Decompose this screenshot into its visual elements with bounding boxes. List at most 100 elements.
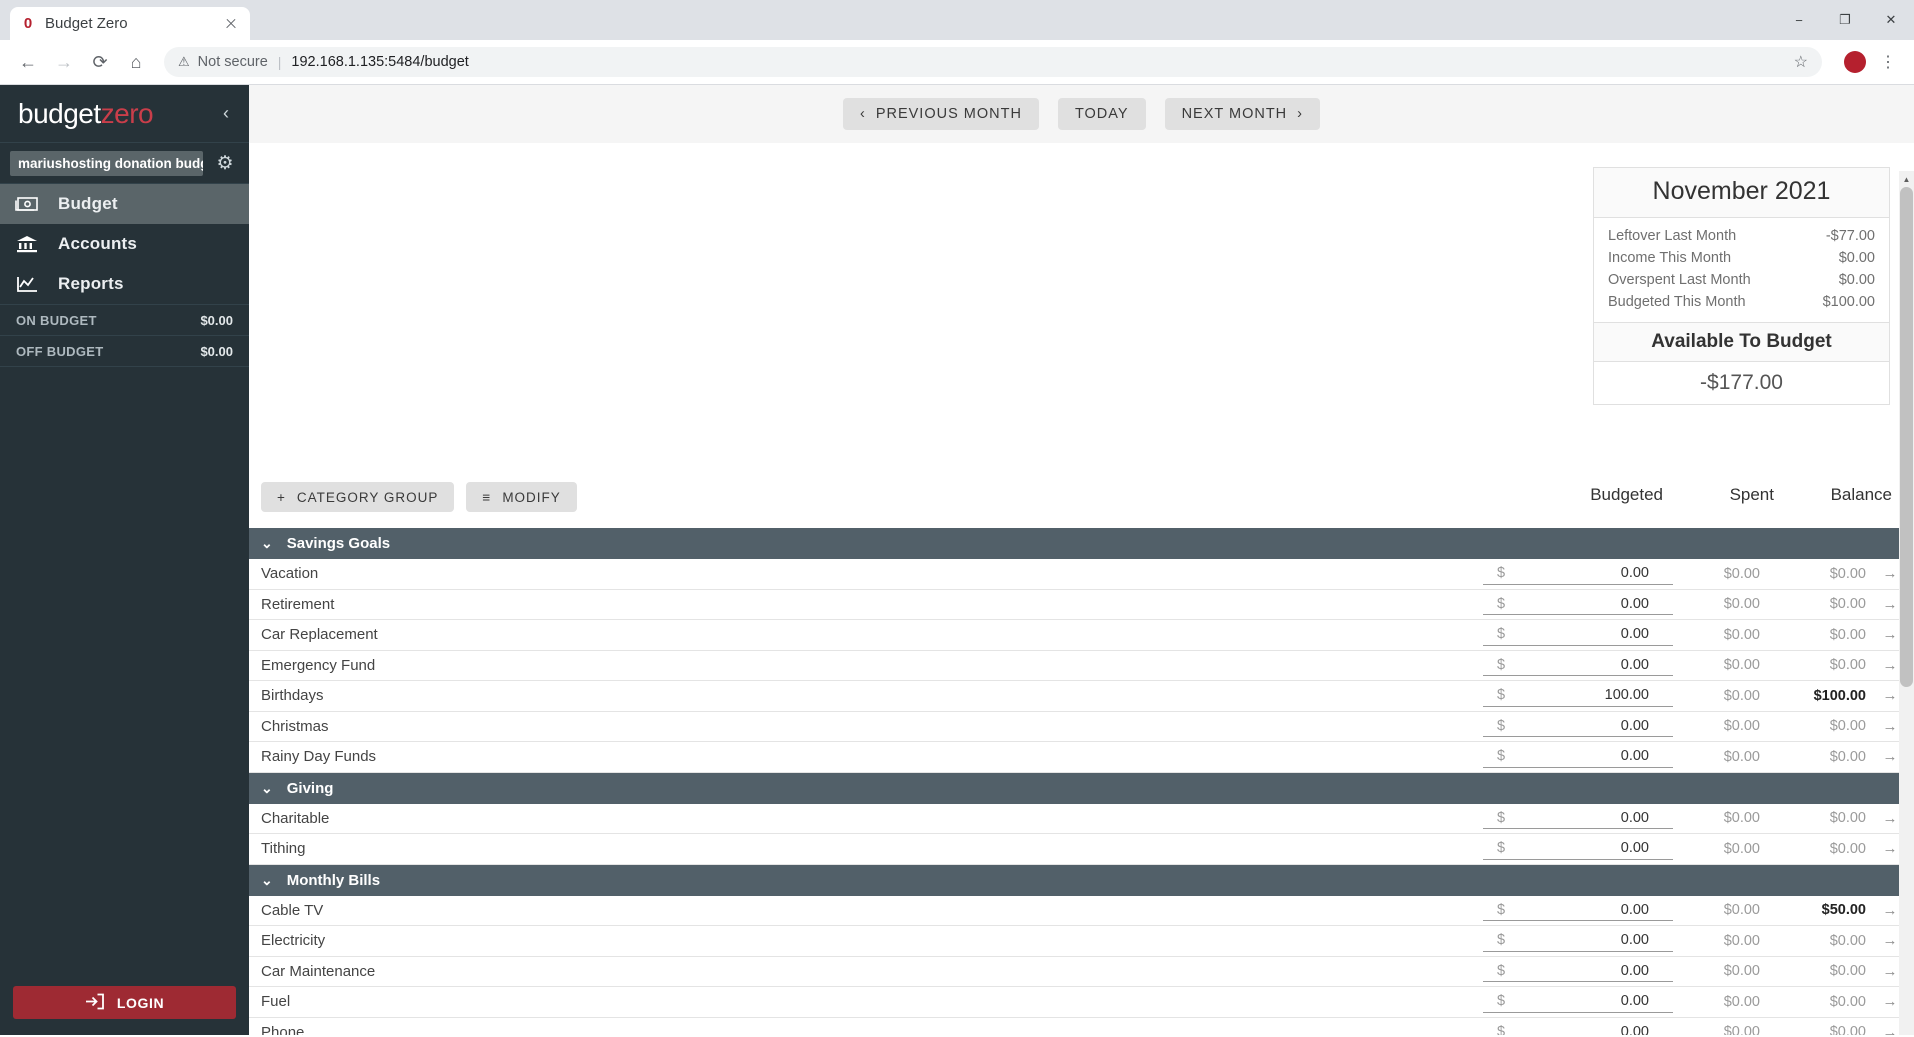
budgeted-input[interactable]: $0.00: [1483, 960, 1673, 983]
budgeted-value: 0.00: [1620, 656, 1649, 673]
reload-icon[interactable]: ⟳: [84, 46, 116, 78]
table-row[interactable]: Emergency Fund $0.00 $0.00 $0.00 →: [249, 651, 1902, 681]
table-row[interactable]: Birthdays $100.00 $0.00 $100.00 →: [249, 681, 1902, 712]
budgeted-input[interactable]: $0.00: [1483, 746, 1673, 768]
budgeted-input[interactable]: $0.00: [1483, 991, 1673, 1013]
budgeted-input[interactable]: $0.00: [1483, 624, 1673, 646]
scrollbar-thumb[interactable]: [1900, 187, 1913, 687]
login-icon: [85, 993, 104, 1013]
login-button[interactable]: LOGIN: [13, 986, 236, 1019]
sidebar-item-budget[interactable]: Budget: [0, 184, 249, 224]
sidebar-item-reports[interactable]: Reports: [0, 264, 249, 304]
forward-icon[interactable]: →: [48, 46, 80, 78]
avatar[interactable]: [1844, 51, 1866, 73]
category-name: Birthdays: [261, 687, 324, 705]
summary-row: Overspent Last Month $0.00: [1608, 269, 1875, 291]
window-close-button[interactable]: ✕: [1868, 0, 1914, 40]
table-row[interactable]: Car Replacement $0.00 $0.00 $0.00 →: [249, 620, 1902, 651]
table-row[interactable]: Car Maintenance $0.00 $0.00 $0.00 →: [249, 957, 1902, 987]
close-icon[interactable]: [222, 15, 240, 33]
budget-name-chip[interactable]: mariushosting donation budget: [10, 150, 203, 176]
summary-label: Leftover Last Month: [1608, 228, 1737, 244]
scroll-up-icon[interactable]: ▲: [1899, 171, 1914, 187]
balance-value: $0.00: [1829, 963, 1866, 980]
budgeted-input[interactable]: $0.00: [1483, 838, 1673, 860]
table-row[interactable]: Christmas $0.00 $0.00 $0.00 →: [249, 712, 1902, 742]
category-name: Rainy Day Funds: [261, 748, 377, 766]
category-group-label: Giving: [286, 779, 334, 797]
table-row[interactable]: Vacation $0.00 $0.00 $0.00 →: [249, 559, 1902, 590]
table-row[interactable]: Tithing $0.00 $0.00 $0.00 →: [249, 834, 1902, 865]
summary-value: $0.00: [1838, 250, 1875, 266]
next-month-button[interactable]: NEXT MONTH ›: [1164, 98, 1321, 130]
browser-tab[interactable]: 0 Budget Zero: [10, 7, 250, 40]
previous-month-button[interactable]: ‹ PREVIOUS MONTH: [842, 98, 1039, 130]
address-bar[interactable]: ⚠ Not secure | 192.168.1.135:5484/budget…: [164, 47, 1822, 77]
category-name: Vacation: [261, 565, 319, 583]
table-row[interactable]: Charitable $0.00 $0.00 $0.00 →: [249, 804, 1902, 834]
table-row[interactable]: Retirement $0.00 $0.00 $0.00 →: [249, 590, 1902, 620]
table-row[interactable]: Phone $0.00 $0.00 $0.00 →: [249, 1018, 1902, 1035]
balance-value: $0.00: [1829, 1024, 1866, 1035]
logo-part-zero: zero: [100, 97, 154, 129]
category-name: Retirement: [261, 595, 335, 613]
action-bar: + CATEGORY GROUP ≡ MODIFY: [249, 482, 577, 512]
on-budget-value: $0.00: [200, 312, 233, 328]
minimize-button[interactable]: −: [1776, 0, 1822, 40]
budgeted-input[interactable]: $0.00: [1483, 930, 1673, 952]
back-icon[interactable]: ←: [12, 46, 44, 78]
modify-button[interactable]: ≡ MODIFY: [466, 482, 577, 512]
gear-icon[interactable]: ⚙: [211, 152, 239, 175]
budgeted-input[interactable]: $0.00: [1483, 654, 1673, 677]
budgeted-input[interactable]: $0.00: [1483, 807, 1673, 830]
budgeted-input[interactable]: $0.00: [1483, 1021, 1673, 1035]
add-category-group-button[interactable]: + CATEGORY GROUP: [261, 482, 455, 512]
category-group-header[interactable]: ⌄ Savings Goals: [249, 528, 1902, 559]
column-header-spent: Spent: [1729, 485, 1774, 504]
summary-row: Income This Month $0.00: [1608, 247, 1875, 269]
today-button[interactable]: TODAY: [1057, 98, 1146, 130]
chevron-down-icon[interactable]: ⌄: [261, 872, 273, 889]
browser-chrome: 0 Budget Zero − ❐ ✕ ← → ⟳ ⌂ ⚠ Not secure…: [0, 0, 1914, 85]
budgeted-value: 0.00: [1620, 809, 1649, 826]
budgeted-value: 100.00: [1604, 687, 1649, 704]
chevron-down-icon[interactable]: ⌄: [261, 535, 273, 552]
omnibox-separator: |: [277, 54, 282, 70]
summary-rows: Leftover Last Month -$77.00 Income This …: [1594, 218, 1889, 323]
sidebar-item-accounts[interactable]: Accounts: [0, 224, 249, 264]
budgeted-input[interactable]: $0.00: [1483, 899, 1673, 922]
budgeted-value: 0.00: [1620, 626, 1649, 643]
table-row[interactable]: Electricity $0.00 $0.00 $0.00 →: [249, 926, 1902, 957]
table-row[interactable]: Rainy Day Funds $0.00 $0.00 $0.00 →: [249, 742, 1902, 773]
table-row[interactable]: Fuel $0.00 $0.00 $0.00 →: [249, 987, 1902, 1018]
tab-title: Budget Zero: [45, 15, 128, 32]
balance-value: $0.00: [1829, 810, 1866, 827]
summary-value: $100.00: [1822, 294, 1875, 310]
logo-part-budget: budget: [18, 97, 101, 129]
spent-value: $0.00: [1723, 840, 1760, 857]
browser-menu-icon[interactable]: ⋮: [1874, 52, 1902, 72]
table-row[interactable]: Cable TV $0.00 $0.00 $50.00 →: [249, 896, 1902, 926]
plus-icon: +: [277, 489, 286, 505]
currency-symbol: $: [1497, 840, 1506, 857]
budget-selector-row: mariushosting donation budget ⚙: [0, 142, 249, 184]
budgeted-input[interactable]: $0.00: [1483, 715, 1673, 738]
bookmark-star-icon[interactable]: ☆: [1794, 52, 1808, 72]
budgeted-input[interactable]: $0.00: [1483, 593, 1673, 616]
budgetzero-favicon: 0: [23, 15, 33, 32]
app-logo: budgetzero: [18, 97, 154, 130]
off-budget-value: $0.00: [200, 343, 233, 359]
column-header-budgeted: Budgeted: [1590, 485, 1663, 504]
spent-value: $0.00: [1723, 993, 1760, 1010]
balance-value: $0.00: [1829, 748, 1866, 765]
category-group-header[interactable]: ⌄ Monthly Bills: [249, 864, 1902, 896]
currency-symbol: $: [1497, 687, 1506, 704]
home-icon[interactable]: ⌂: [120, 46, 152, 78]
collapse-sidebar-icon[interactable]: ‹: [203, 85, 249, 142]
category-group-header[interactable]: ⌄ Giving: [249, 772, 1902, 804]
budgeted-input[interactable]: $0.00: [1483, 563, 1673, 585]
chevron-down-icon[interactable]: ⌄: [261, 780, 273, 797]
budgeted-input[interactable]: $100.00: [1483, 685, 1673, 707]
vertical-scrollbar[interactable]: ▲: [1899, 171, 1914, 1035]
maximize-button[interactable]: ❐: [1822, 0, 1868, 40]
